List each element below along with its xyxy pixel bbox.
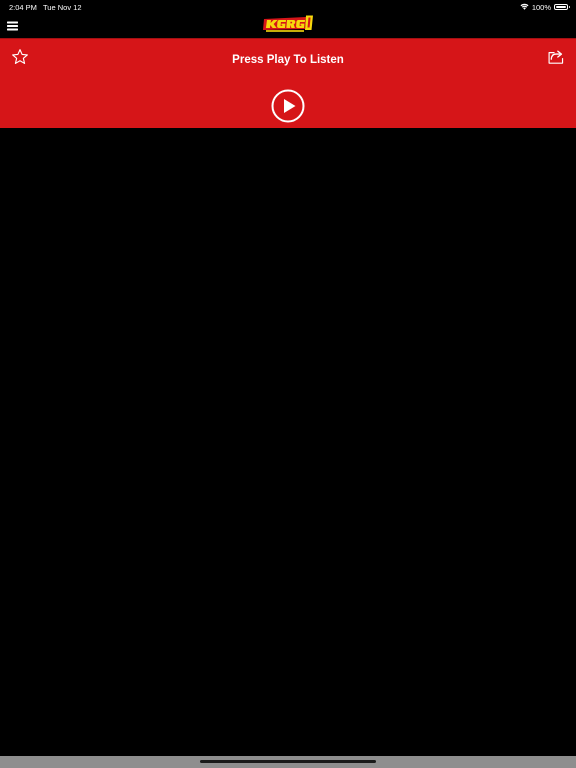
status-indicators: 100% <box>520 2 570 12</box>
content-area <box>0 128 576 756</box>
play-circle-icon[interactable] <box>271 89 305 123</box>
status-date: Tue Nov 12 <box>43 3 82 12</box>
status-time: 2:04 PM <box>9 3 37 12</box>
home-indicator[interactable] <box>200 760 376 763</box>
player-header: Press Play To Listen <box>0 38 576 128</box>
battery-icon <box>554 4 570 10</box>
battery-fill <box>556 6 566 8</box>
hamburger-menu-icon[interactable] <box>7 19 19 31</box>
app-screen: 2:04 PM Tue Nov 12 100% Press Play To Li… <box>0 0 576 768</box>
bottom-bar <box>0 756 576 768</box>
wifi-icon <box>520 3 529 12</box>
kgrg-logo[interactable] <box>262 15 314 33</box>
battery-label: 100% <box>531 2 551 12</box>
status-bar: 2:04 PM Tue Nov 12 100% <box>0 0 576 14</box>
top-nav <box>0 14 576 38</box>
player-title: Press Play To Listen <box>232 54 344 66</box>
share-icon[interactable] <box>547 49 565 65</box>
